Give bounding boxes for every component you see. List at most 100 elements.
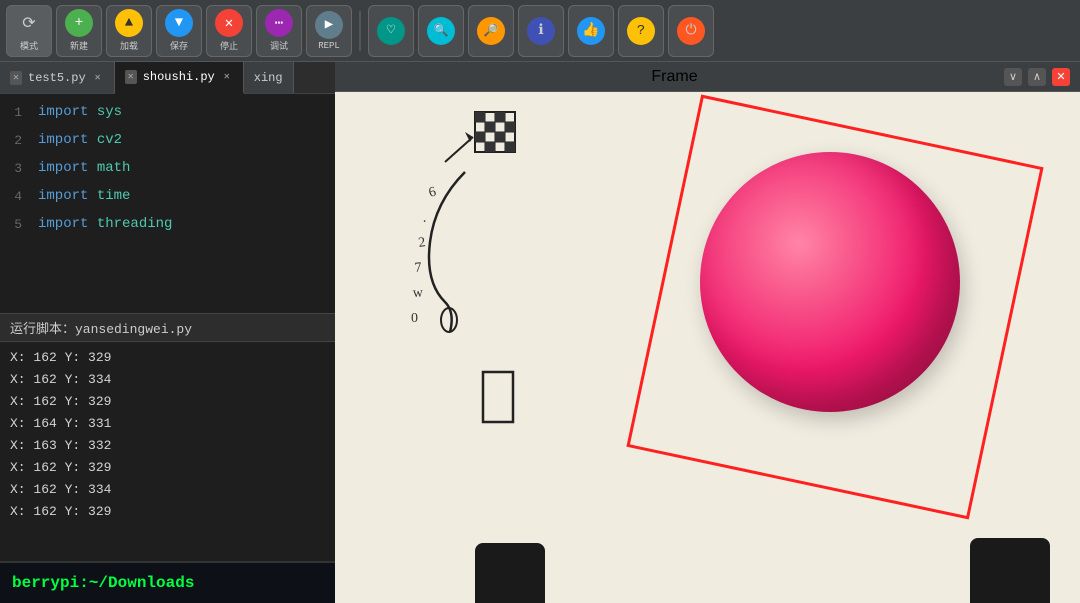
code-line-4: 4 import time — [0, 182, 335, 210]
line-num-3: 3 — [0, 161, 30, 176]
keyword-5: import — [38, 216, 88, 232]
save-label: 保存 — [170, 39, 188, 52]
tab-shoushi[interactable]: ✕ shoushi.py ✕ — [115, 62, 244, 94]
info-icon: ℹ — [538, 22, 543, 39]
output-line-1: X: 162 Y: 329 — [10, 346, 325, 368]
repl-icon: ▶ — [325, 16, 333, 33]
detected-ball — [700, 152, 960, 412]
main-area: ✕ test5.py ✕ ✕ shoushi.py ✕ xing 1 impor… — [0, 62, 1080, 603]
svg-text:6: 6 — [427, 185, 438, 201]
module-4: time — [97, 188, 131, 204]
debug-label: 调试 — [270, 39, 288, 52]
code-line-1: 1 import sys — [0, 98, 335, 126]
line-content-4: import time — [30, 188, 130, 204]
debug-icon: ⋯ — [275, 15, 283, 32]
line-num-4: 4 — [0, 189, 30, 204]
stop-icon: ✕ — [225, 15, 233, 32]
tab-test5-label: test5.py — [28, 71, 86, 85]
zoom-in-icon: 🔍 — [434, 23, 449, 38]
terminal-bar: berrypi:~/Downloads — [0, 561, 335, 603]
line-content-3: import math — [30, 160, 130, 176]
info-button[interactable]: ℹ — [518, 5, 564, 57]
code-editor[interactable]: 1 import sys 2 import cv2 3 import math … — [0, 94, 335, 313]
code-line-3: 3 import math — [0, 154, 335, 182]
black-object-right — [970, 538, 1050, 603]
svg-text:.: . — [421, 211, 427, 226]
svg-text:0: 0 — [411, 311, 418, 326]
zoom-out-button[interactable]: 🔎 — [468, 5, 514, 57]
keyword-4: import — [38, 188, 88, 204]
right-panel: Frame ∨ ∧ ✕ — [335, 62, 1080, 603]
tabs-bar: ✕ test5.py ✕ ✕ shoushi.py ✕ xing — [0, 62, 335, 94]
left-panel: ✕ test5.py ✕ ✕ shoushi.py ✕ xing 1 impor… — [0, 62, 335, 603]
like-icon: 👍 — [582, 22, 599, 39]
svg-text:w: w — [412, 285, 424, 301]
repl-label: REPL — [318, 41, 340, 51]
output-line-6: X: 162 Y: 329 — [10, 456, 325, 478]
script-label: 运行脚本：yansedingwei.py — [0, 313, 335, 342]
output-area: X: 162 Y: 329 X: 162 Y: 334 X: 162 Y: 32… — [0, 342, 335, 561]
terminal-text: berrypi:~/Downloads — [12, 574, 194, 592]
frame-maximize-button[interactable]: ∧ — [1028, 68, 1046, 86]
module-2: cv2 — [97, 132, 122, 148]
black-object-left — [475, 543, 545, 603]
load-label: 加载 — [120, 39, 138, 52]
module-5: threading — [97, 216, 173, 232]
tab-test5-close[interactable]: ✕ — [10, 71, 22, 85]
line-content-1: import sys — [30, 104, 122, 120]
new-icon: + — [75, 15, 83, 31]
tab-shoushi-label: shoushi.py — [143, 70, 215, 84]
tab-xing[interactable]: xing — [244, 62, 294, 93]
zoom-out-icon: 🔎 — [484, 23, 499, 38]
power-icon: ⏻ — [685, 23, 696, 39]
frame-title: Frame — [345, 68, 1004, 86]
save-icon: ▼ — [175, 15, 183, 31]
mode-label: 模式 — [20, 39, 38, 52]
frame-controls: ∨ ∧ ✕ — [1004, 68, 1070, 86]
svg-text:7: 7 — [414, 260, 422, 276]
tab-shoushi-close[interactable]: ✕ — [125, 70, 137, 84]
new-label: 新建 — [70, 39, 88, 52]
frame-titlebar: Frame ∨ ∧ ✕ — [335, 62, 1080, 92]
frame-close-button[interactable]: ✕ — [1052, 68, 1070, 86]
tab-shoushi-close-btn[interactable]: ✕ — [221, 70, 233, 84]
like-button[interactable]: 👍 — [568, 5, 614, 57]
tab-test5[interactable]: ✕ test5.py ✕ — [0, 62, 115, 93]
frame-minimize-button[interactable]: ∨ — [1004, 68, 1022, 86]
save-button[interactable]: ▼ 保存 — [156, 5, 202, 57]
mode-button[interactable]: ⟳ 模式 — [6, 5, 52, 57]
output-line-5: X: 163 Y: 332 — [10, 434, 325, 456]
diagram-area: 6 . 2 7 w 0 — [375, 102, 625, 472]
output-line-8: X: 162 Y: 329 — [10, 500, 325, 522]
zoom-in-button[interactable]: 🔍 — [418, 5, 464, 57]
new-button[interactable]: + 新建 — [56, 5, 102, 57]
tab-test5-close-btn[interactable]: ✕ — [92, 71, 104, 85]
output-line-4: X: 164 Y: 331 — [10, 412, 325, 434]
repl-button[interactable]: ▶ REPL — [306, 5, 352, 57]
code-line-5: 5 import threading — [0, 210, 335, 238]
keyword-3: import — [38, 160, 88, 176]
module-1: sys — [97, 104, 122, 120]
help-icon: ? — [637, 23, 645, 39]
line-num-5: 5 — [0, 217, 30, 232]
heartbeat-button[interactable]: ♡ — [368, 5, 414, 57]
toolbar: ⟳ 模式 + 新建 ▲ 加载 ▼ 保存 ✕ 停止 ⋯ 调试 ▶ REPL ♡ 🔍… — [0, 0, 1080, 62]
code-line-2: 2 import cv2 — [0, 126, 335, 154]
stop-label: 停止 — [220, 39, 238, 52]
power-button[interactable]: ⏻ — [668, 5, 714, 57]
load-button[interactable]: ▲ 加载 — [106, 5, 152, 57]
diagram-svg: 6 . 2 7 w 0 — [375, 102, 625, 472]
toolbar-separator — [359, 11, 361, 51]
load-icon: ▲ — [125, 15, 133, 31]
keyword-1: import — [38, 104, 88, 120]
mode-icon: ⟳ — [22, 13, 35, 33]
help-button[interactable]: ? — [618, 5, 664, 57]
output-line-3: X: 162 Y: 329 — [10, 390, 325, 412]
stop-button[interactable]: ✕ 停止 — [206, 5, 252, 57]
line-content-5: import threading — [30, 216, 172, 232]
module-3: math — [97, 160, 131, 176]
keyword-2: import — [38, 132, 88, 148]
debug-button[interactable]: ⋯ 调试 — [256, 5, 302, 57]
line-content-2: import cv2 — [30, 132, 122, 148]
heartbeat-icon: ♡ — [387, 22, 395, 39]
